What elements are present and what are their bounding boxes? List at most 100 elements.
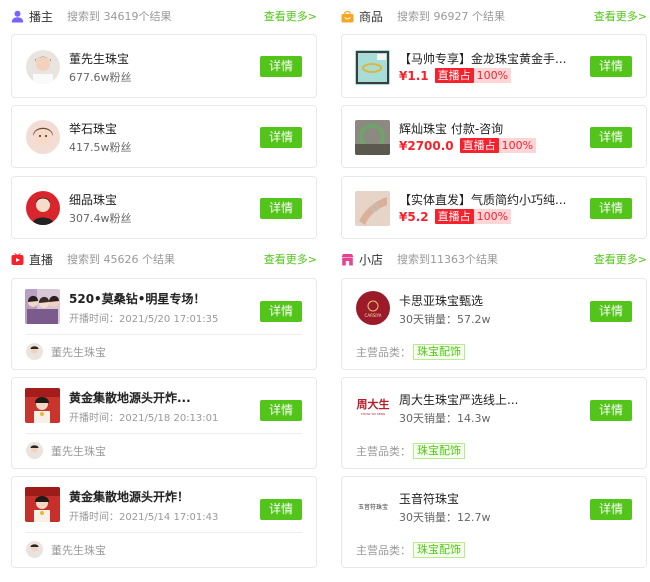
live-share-percent: 100% <box>473 68 512 83</box>
live-title: 黄金集散地源头开炸... <box>69 391 191 405</box>
shop-sales: 30天销量：12.7w <box>399 511 491 524</box>
shop-name: 周大生珠宝严选线上... <box>399 393 519 407</box>
avatar <box>26 50 60 84</box>
divider <box>26 532 302 533</box>
product-thumbnail <box>355 50 390 85</box>
anchors-title: 播主 <box>29 9 54 24</box>
product-price: ¥1.1 <box>399 68 429 83</box>
detail-button[interactable]: 详情 <box>590 127 632 148</box>
product-thumbnail <box>355 120 390 155</box>
host-name: 董先生珠宝 <box>51 345 106 359</box>
shops-more-link[interactable]: 查看更多> <box>594 251 647 267</box>
avatar <box>26 120 60 154</box>
detail-button[interactable]: 详情 <box>260 127 302 148</box>
detail-button[interactable]: 详情 <box>590 56 632 77</box>
product-price-row: ¥1.1 直播占 100% <box>399 68 512 83</box>
lives-more-link[interactable]: 查看更多> <box>264 251 317 267</box>
live-host: 董先生珠宝 <box>26 343 106 360</box>
live-start-time: 开播时间：2021/5/14 17:01:43 <box>69 512 219 523</box>
shop-logo: 玉音符珠宝 <box>356 489 390 523</box>
shop-name: 卡思亚珠宝甄选 <box>399 294 484 308</box>
live-share-badge: 直播占 <box>434 68 474 83</box>
product-card[interactable]: 【实体直发】气质简约小巧纯... ¥5.2 直播占 100% 详情 <box>341 176 647 239</box>
divider <box>26 433 302 434</box>
detail-button[interactable]: 详情 <box>590 499 632 520</box>
detail-button[interactable]: 详情 <box>590 301 632 322</box>
shop-logo-text: 周大生 <box>357 397 390 411</box>
anchors-section-header: 播主 搜索到 34619个结果 查看更多> <box>11 5 317 27</box>
detail-button[interactable]: 详情 <box>260 400 302 421</box>
shops-section-header: 小店 搜索到11363个结果 查看更多> <box>341 248 647 270</box>
product-name: 【实体直发】气质简约小巧纯... <box>399 193 567 207</box>
anchors-more-link[interactable]: 查看更多> <box>264 8 317 24</box>
product-name: 辉灿珠宝 付款-咨询 <box>399 122 504 136</box>
category-tag: 珠宝配饰 <box>413 443 465 459</box>
anchor-card[interactable]: 董先生珠宝 677.6w粉丝 详情 <box>11 34 317 98</box>
products-more-link[interactable]: 查看更多> <box>594 8 647 24</box>
product-price-row: ¥5.2 直播占 100% <box>399 209 512 224</box>
live-start-time: 开播时间：2021/5/20 17:01:35 <box>69 314 219 325</box>
anchor-name: 董先生珠宝 <box>69 52 130 66</box>
product-price: ¥2700.0 <box>399 138 454 153</box>
detail-button[interactable]: 详情 <box>260 499 302 520</box>
detail-button[interactable]: 详情 <box>590 198 632 219</box>
product-price: ¥5.2 <box>399 209 429 224</box>
live-title: 黄金集散地源头开炸！ <box>69 490 190 504</box>
products-section-header: 商品 搜索到 96927 个结果 查看更多> <box>341 5 647 27</box>
bag-icon <box>341 10 354 22</box>
products-count: 搜索到 96927 个结果 <box>397 10 506 23</box>
shops-title: 小店 <box>359 252 384 267</box>
shop-category-row: 主营品类： 珠宝配饰 <box>356 542 465 558</box>
live-thumbnail <box>25 289 60 324</box>
category-tag: 珠宝配饰 <box>413 344 465 360</box>
anchor-card[interactable]: 举石珠宝 417.5w粉丝 详情 <box>11 105 317 168</box>
shop-category-row: 主营品类： 珠宝配饰 <box>356 344 465 360</box>
lives-title: 直播 <box>29 252 54 267</box>
anchor-name: 举石珠宝 <box>69 122 118 136</box>
avatar <box>26 191 60 225</box>
anchor-name: 细品珠宝 <box>69 193 118 207</box>
live-share-percent: 100% <box>498 138 537 153</box>
category-label: 主营品类： <box>356 544 411 557</box>
shop-card[interactable]: 周大生 CHOW TAI SENG 周大生珠宝严选线上... 30天销量：14.3… <box>341 377 647 469</box>
shop-logo-subtext: CHOW TAI SENG <box>361 412 386 416</box>
detail-button[interactable]: 详情 <box>260 301 302 322</box>
product-thumbnail <box>355 191 390 226</box>
shop-sales: 30天销量：57.2w <box>399 313 491 326</box>
host-name: 董先生珠宝 <box>51 543 106 557</box>
shops-count: 搜索到11363个结果 <box>397 253 499 266</box>
detail-button[interactable]: 详情 <box>260 198 302 219</box>
anchor-fans: 307.4w粉丝 <box>69 212 132 225</box>
products-title: 商品 <box>359 9 384 24</box>
live-card[interactable]: 520•莫桑钻•明星专场！ 开播时间：2021/5/20 17:01:35 详情… <box>11 278 317 370</box>
store-icon <box>341 253 354 265</box>
category-label: 主营品类： <box>356 346 411 359</box>
anchors-count: 搜索到 34619个结果 <box>67 10 172 23</box>
shop-logo-text: 玉音符珠宝 <box>358 503 388 511</box>
shop-card[interactable]: CARSIYA 卡思亚珠宝甄选 30天销量：57.2w 详情 主营品类： 珠宝配… <box>341 278 647 370</box>
live-card[interactable]: 黄金集散地源头开炸... 开播时间：2021/5/18 20:13:01 详情 … <box>11 377 317 469</box>
detail-button[interactable]: 详情 <box>590 400 632 421</box>
live-host: 董先生珠宝 <box>26 442 106 459</box>
live-share-badge: 直播占 <box>434 209 474 224</box>
live-card[interactable]: 黄金集散地源头开炸！ 开播时间：2021/5/14 17:01:43 详情 董先… <box>11 476 317 568</box>
anchor-fans: 417.5w粉丝 <box>69 141 132 154</box>
anchor-card[interactable]: 细品珠宝 307.4w粉丝 详情 <box>11 176 317 239</box>
user-icon <box>11 10 24 22</box>
shop-card[interactable]: 玉音符珠宝 玉音符珠宝 30天销量：12.7w 详情 主营品类： 珠宝配饰 <box>341 476 647 568</box>
product-name: 【马帅专享】金龙珠宝黄金手... <box>399 52 567 66</box>
lives-section-header: 直播 搜索到 45626 个结果 查看更多> <box>11 248 317 270</box>
live-title: 520•莫桑钻•明星专场！ <box>69 292 206 306</box>
anchor-fans: 677.6w粉丝 <box>69 71 132 84</box>
lives-count: 搜索到 45626 个结果 <box>67 253 176 266</box>
live-share-percent: 100% <box>473 209 512 224</box>
shop-sales: 30天销量：14.3w <box>399 412 491 425</box>
product-card[interactable]: 辉灿珠宝 付款-咨询 ¥2700.0 直播占 100% 详情 <box>341 105 647 168</box>
host-avatar <box>26 541 43 558</box>
shop-logo-text: CARSIYA <box>365 313 382 318</box>
shop-logo: CARSIYA <box>356 291 390 325</box>
detail-button[interactable]: 详情 <box>260 56 302 77</box>
tv-icon <box>11 252 24 265</box>
product-card[interactable]: 【马帅专享】金龙珠宝黄金手... ¥1.1 直播占 100% 详情 <box>341 34 647 98</box>
host-avatar <box>26 442 43 459</box>
